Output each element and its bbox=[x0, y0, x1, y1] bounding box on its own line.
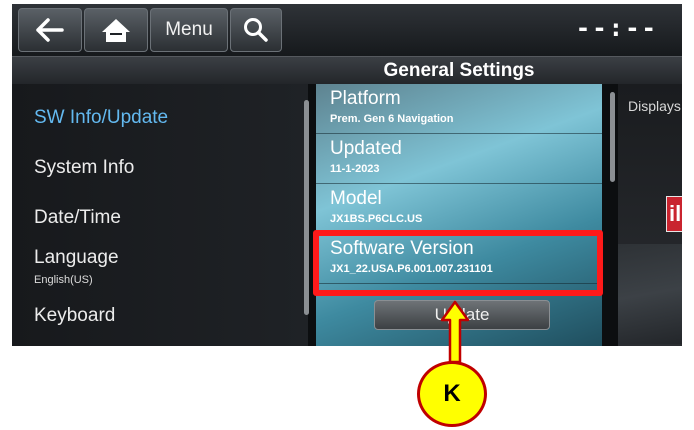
page-title: General Settings bbox=[383, 60, 535, 81]
highlight-box-software-version bbox=[313, 230, 603, 296]
menu-item-label: Keyboard bbox=[34, 305, 116, 326]
detail-label: Model bbox=[330, 188, 382, 209]
home-button[interactable] bbox=[84, 8, 148, 52]
detail-row-updated: Updated 11-1-2023 bbox=[316, 134, 602, 184]
menu-item-label: SW Info/Update bbox=[34, 107, 169, 128]
detail-label: Platform bbox=[330, 88, 401, 109]
preview-decoration bbox=[618, 244, 682, 344]
up-arrow-icon bbox=[440, 300, 470, 369]
search-button[interactable] bbox=[230, 8, 282, 52]
detail-row-platform: Platform Prem. Gen 6 Navigation bbox=[316, 84, 602, 134]
menu-item-sw-info-update[interactable]: SW Info/Update bbox=[26, 92, 296, 142]
detail-row-model: Model JX1BS.P6CLC.US bbox=[316, 184, 602, 234]
details-scrollbar[interactable] bbox=[610, 92, 615, 182]
top-bar: Menu --:-- bbox=[12, 4, 682, 56]
detail-value: Prem. Gen 6 Navigation bbox=[330, 113, 454, 125]
detail-value: JX1BS.P6CLC.US bbox=[330, 213, 423, 225]
menu-item-keyboard[interactable]: Keyboard bbox=[26, 290, 296, 340]
detail-value: 11-1-2023 bbox=[330, 163, 380, 175]
app-tile-icon: il bbox=[666, 196, 682, 232]
search-icon bbox=[243, 17, 269, 43]
menu-item-label: Date/Time bbox=[34, 207, 121, 228]
menu-scrollbar[interactable] bbox=[304, 100, 309, 315]
detail-label: Updated bbox=[330, 138, 402, 159]
menu-item-language[interactable]: Language English(US) bbox=[26, 240, 296, 290]
back-button[interactable] bbox=[18, 8, 82, 52]
callout-label: K bbox=[443, 380, 461, 407]
settings-header: General Settings bbox=[12, 56, 682, 84]
menu-item-date-time[interactable]: Date/Time bbox=[26, 192, 296, 242]
menu-item-label: Language bbox=[34, 247, 119, 268]
menu-item-label: System Info bbox=[34, 157, 135, 178]
app-tile-mark: il bbox=[669, 201, 682, 226]
menu-item-sublabel: English(US) bbox=[34, 274, 93, 286]
clock-display: --:-- bbox=[575, 14, 658, 42]
menu-button[interactable]: Menu bbox=[150, 8, 228, 52]
home-icon bbox=[101, 17, 131, 43]
displays-label: Displays bbox=[628, 98, 681, 114]
settings-menu: SW Info/Update System Info Date/Time Lan… bbox=[12, 84, 308, 346]
callout-badge: K bbox=[417, 361, 487, 427]
arrow-left-icon bbox=[35, 17, 65, 43]
menu-label: Menu bbox=[165, 19, 213, 40]
menu-item-system-info[interactable]: System Info bbox=[26, 142, 296, 192]
displays-preview: Displays il bbox=[618, 84, 682, 346]
